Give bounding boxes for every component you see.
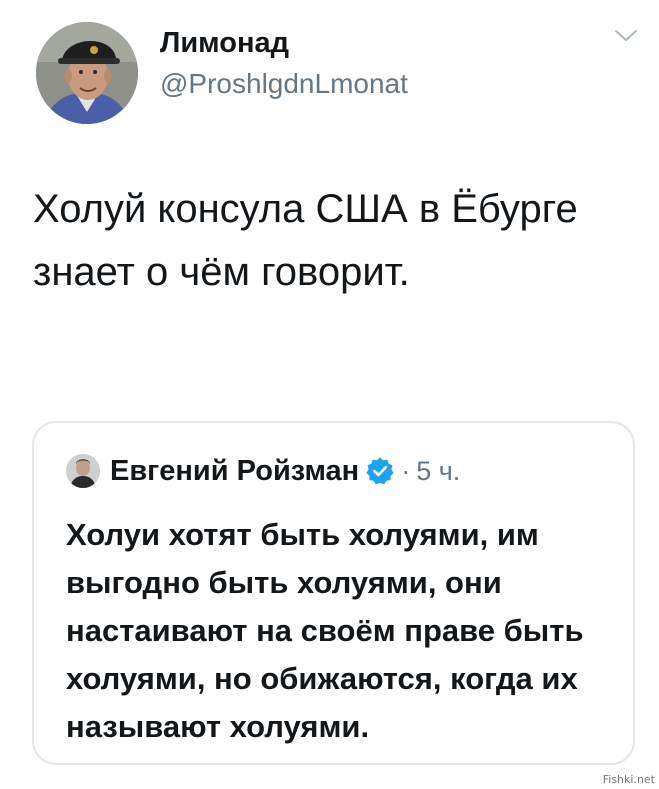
separator-dot: · — [401, 455, 411, 486]
watermark: Fishki.net — [602, 773, 655, 786]
quoted-tweet-header: Евгений Ройзман · 5 ч. — [110, 451, 460, 491]
quoted-author-name[interactable]: Евгений Ройзман — [110, 455, 359, 488]
verified-badge-icon — [365, 456, 395, 486]
tweet-text: Холуй консула США в Ёбурге знает о чём г… — [33, 187, 578, 294]
quoted-tweet-card[interactable]: Евгений Ройзман · 5 ч. Холуи хотят быть … — [32, 421, 635, 765]
chevron-down-icon[interactable] — [614, 26, 638, 46]
author-name[interactable]: Лимонад — [160, 25, 289, 61]
quoted-tweet-text: Холуи хотят быть холуями, им выгодно быт… — [66, 517, 584, 744]
user-avatar-icon — [36, 22, 138, 124]
author-handle[interactable]: @ProshlgdnLmonat — [160, 66, 408, 102]
quoted-author-avatar[interactable] — [66, 454, 100, 488]
quoted-tweet-time[interactable]: 5 ч. — [416, 456, 460, 487]
author-avatar[interactable] — [36, 22, 138, 124]
quoted-user-avatar-icon — [66, 454, 100, 488]
